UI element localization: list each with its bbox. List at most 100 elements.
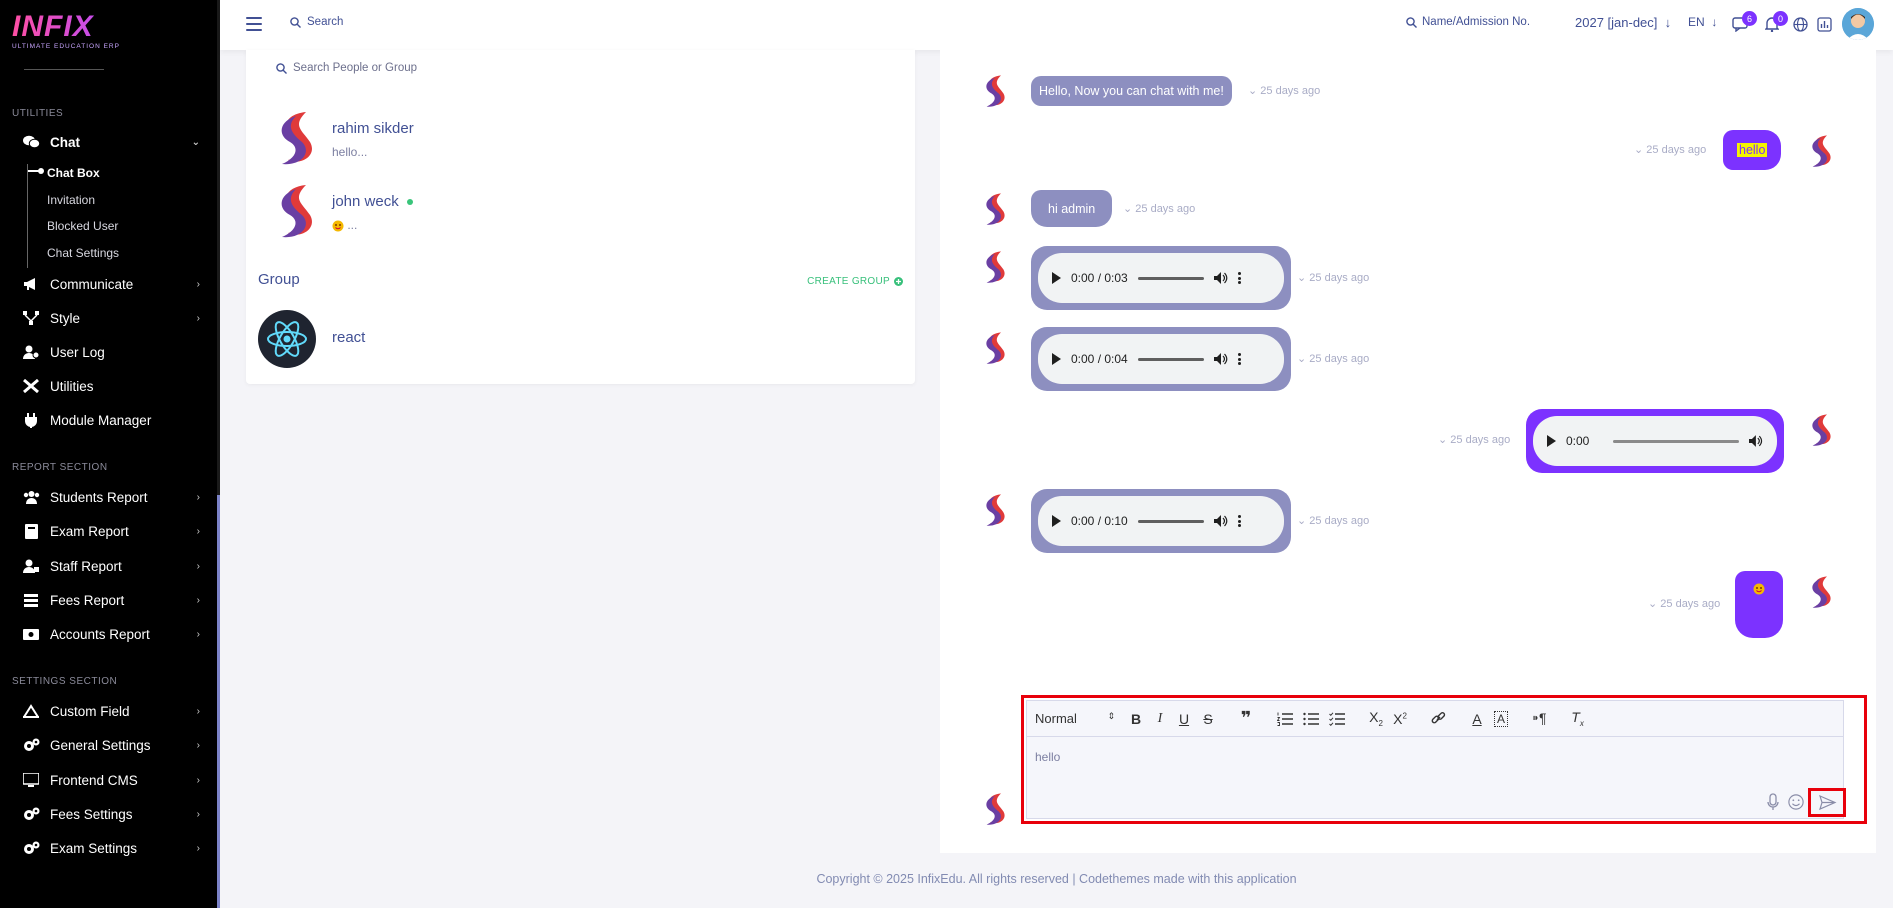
globe-icon[interactable] [1792, 16, 1808, 32]
sidebar-subitem-invitation[interactable]: Invitation [47, 193, 95, 207]
chevron-down-icon[interactable]: ⌄ [1297, 272, 1309, 284]
sidebar-item-custom-field[interactable]: Custom Field › [22, 699, 204, 723]
background-color-icon[interactable]: A [1494, 710, 1508, 727]
sidebar-item-students-report[interactable]: Students Report › [22, 485, 204, 509]
sidebar-item-exam-settings[interactable]: Exam Settings › [22, 836, 204, 860]
plug-icon [22, 412, 40, 428]
send-button[interactable] [1808, 788, 1846, 817]
contact-name: rahim sikder [332, 120, 414, 137]
chat-badge: 6 [1742, 11, 1757, 26]
audio-progress-bar[interactable] [1137, 276, 1204, 280]
chevron-down-icon[interactable]: ⌄ [1634, 144, 1646, 156]
audio-player[interactable]: 0:00 / 0:03 [1038, 253, 1284, 303]
sidebar-subitem-chat-box[interactable]: Chat Box [47, 166, 100, 180]
group-heading: Group [258, 271, 300, 288]
clear-format-icon[interactable]: Tx [1571, 709, 1585, 728]
strike-icon[interactable]: S [1201, 711, 1215, 727]
audio-progress-bar[interactable] [1137, 519, 1204, 523]
more-options-icon[interactable] [1237, 272, 1241, 284]
sidebar-item-accounts-report[interactable]: Accounts Report › [22, 622, 204, 646]
play-icon[interactable] [1052, 272, 1061, 284]
user-avatar[interactable] [1842, 8, 1874, 40]
volume-icon[interactable] [1213, 515, 1228, 527]
ordered-list-icon[interactable] [1277, 712, 1293, 726]
contact-item[interactable]: john weck ... [266, 181, 866, 243]
play-icon[interactable] [1547, 435, 1556, 447]
chevron-down-icon[interactable]: ⌄ [1297, 515, 1309, 527]
message-time: ⌄ 25 days ago [1123, 202, 1195, 215]
chevron-down-icon[interactable]: ⌄ [1248, 85, 1260, 97]
search-icon [276, 62, 287, 74]
sidebar-scrollbar-thumb[interactable] [217, 495, 220, 908]
sidebar-item-staff-report[interactable]: Staff Report › [22, 554, 204, 578]
hamburger-menu-icon[interactable] [246, 17, 262, 31]
audio-player[interactable]: 0:00 / 0:04 [1038, 334, 1284, 384]
volume-icon[interactable] [1749, 435, 1763, 447]
chevron-right-icon: › [196, 842, 200, 854]
bold-icon[interactable]: B [1129, 711, 1143, 727]
message-bubble: hi admin [1031, 190, 1113, 227]
sidebar-subitem-chat-settings[interactable]: Chat Settings [47, 246, 119, 260]
own-avatar [1812, 414, 1831, 446]
italic-icon[interactable]: I [1153, 711, 1167, 727]
sidebar-item-fees-settings[interactable]: Fees Settings › [22, 802, 204, 826]
underline-icon[interactable]: U [1177, 711, 1191, 727]
sidebar-item-fees-report[interactable]: Fees Report › [22, 588, 204, 612]
checklist-icon[interactable] [1329, 711, 1345, 726]
emoji-picker-icon[interactable] [1788, 793, 1804, 811]
sidebar-item-module-manager[interactable]: Module Manager [22, 408, 204, 432]
more-options-icon[interactable] [1237, 353, 1241, 365]
microphone-icon[interactable] [1765, 793, 1781, 811]
superscript-icon[interactable]: X2 [1393, 711, 1407, 727]
message-time: ⌄ 25 days ago [1438, 433, 1510, 446]
create-group-label: CREATE GROUP [807, 276, 890, 287]
chevron-down-icon[interactable]: ⌄ [1648, 598, 1660, 610]
text-direction-icon[interactable]: ⁍¶ [1532, 710, 1547, 727]
create-group-button[interactable]: CREATE GROUP [807, 276, 903, 287]
text-color-icon[interactable]: A [1470, 711, 1484, 727]
bullet-list-icon[interactable] [1303, 712, 1319, 726]
chevron-right-icon: › [196, 774, 200, 786]
people-search-input[interactable]: Search People or Group [276, 62, 417, 74]
submenu-tree-line [27, 164, 28, 268]
group-item[interactable]: react [258, 310, 858, 370]
audio-progress-bar[interactable] [1137, 357, 1204, 361]
sidebar-item-utilities[interactable]: Utilities [22, 374, 204, 398]
chevron-down-icon[interactable]: ⌄ [1297, 353, 1309, 365]
sidebar-item-general-settings[interactable]: General Settings › [22, 733, 204, 757]
audio-player[interactable]: 0:00 / 0:10 [1038, 496, 1284, 546]
chevron-down-icon[interactable]: ⌄ [1123, 203, 1135, 215]
top-search[interactable]: Search [290, 16, 343, 28]
play-icon[interactable] [1052, 515, 1061, 527]
sidebar-item-style[interactable]: Style › [22, 306, 204, 330]
sidebar: INFIX ULTIMATE EDUCATION ERP UTILITIES C… [0, 0, 220, 908]
logo[interactable]: INFIX ULTIMATE EDUCATION ERP [12, 12, 120, 51]
sidebar-item-frontend-cms[interactable]: Frontend CMS › [22, 768, 204, 792]
sidebar-item-communicate[interactable]: Communicate › [22, 272, 204, 296]
sidebar-item-exam-report[interactable]: Exam Report › [22, 519, 204, 543]
audio-player[interactable]: 0:00 [1533, 416, 1777, 466]
link-icon[interactable] [1431, 711, 1446, 726]
chart-icon[interactable] [1816, 16, 1832, 32]
volume-icon[interactable] [1213, 272, 1228, 284]
more-options-icon[interactable] [1237, 515, 1241, 527]
play-icon[interactable] [1052, 353, 1061, 365]
sidebar-subitem-blocked-user[interactable]: Blocked User [47, 219, 118, 233]
blockquote-icon[interactable]: ❞ [1239, 708, 1253, 729]
session-select[interactable]: 2027 [jan-dec] ↓ [1575, 15, 1671, 30]
volume-icon[interactable] [1213, 353, 1228, 365]
sidebar-item-chat[interactable]: Chat ⌄ [22, 130, 204, 154]
format-select[interactable]: Normal ⇕ [1035, 711, 1115, 726]
language-select[interactable]: EN ↓ [1688, 15, 1717, 29]
chevron-down-icon[interactable]: ⌄ [1438, 434, 1450, 446]
list-icon [22, 592, 40, 608]
book-icon [22, 523, 40, 539]
subscript-icon[interactable]: X2 [1369, 709, 1383, 728]
sidebar-item-user-log[interactable]: User Log [22, 340, 204, 364]
audio-progress-bar[interactable] [1613, 439, 1740, 443]
chevron-right-icon: › [196, 560, 200, 572]
admission-search[interactable]: Name/Admission No. [1406, 16, 1556, 28]
contact-item[interactable]: rahim sikder hello... [266, 108, 866, 170]
message-editor[interactable]: Normal ⇕ B I U S ❞ X2 X2 A A ⁍¶ Tx hello [1026, 700, 1844, 819]
editor-text[interactable]: hello [1035, 750, 1060, 764]
